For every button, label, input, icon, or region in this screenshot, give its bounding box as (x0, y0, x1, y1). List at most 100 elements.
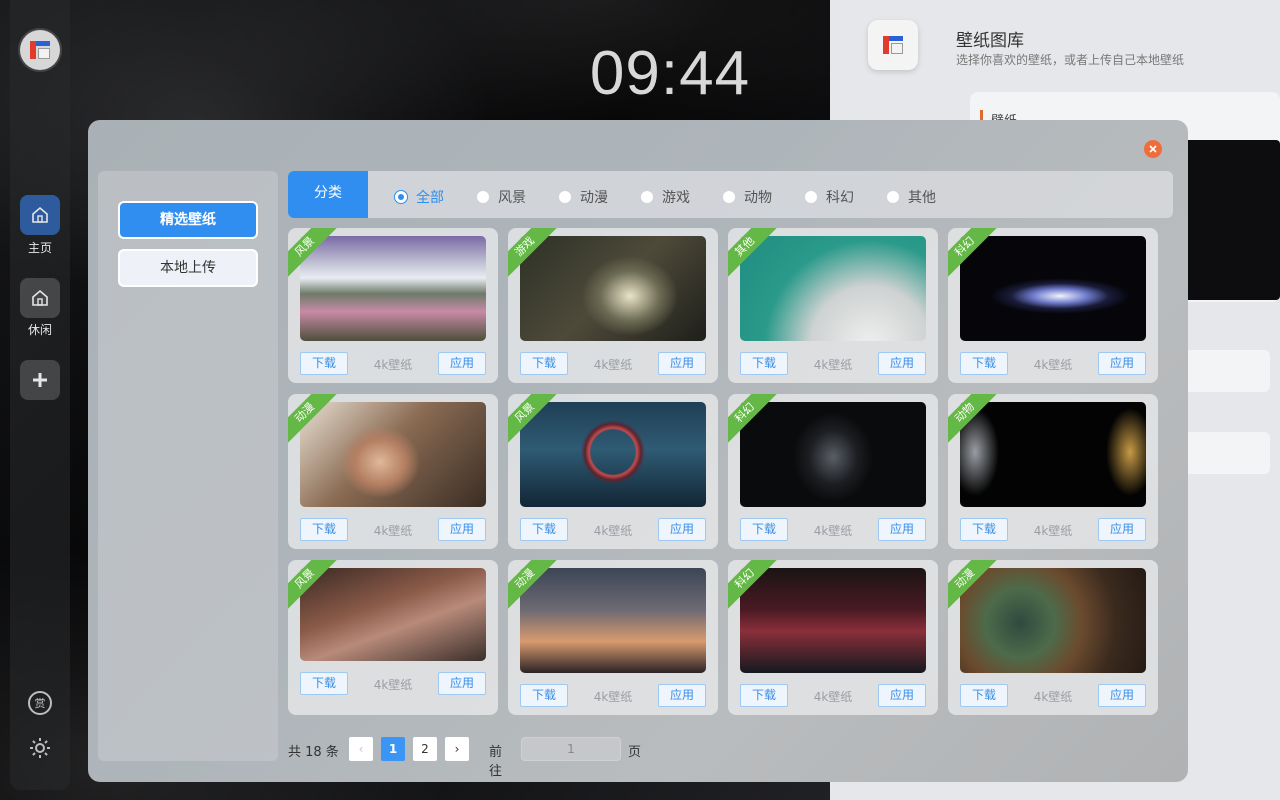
radio-icon (558, 190, 572, 204)
resolution-label: 4k壁纸 (373, 358, 413, 372)
apply-button[interactable]: 应用 (438, 352, 486, 375)
apply-button[interactable]: 应用 (1098, 518, 1146, 541)
download-button[interactable]: 下载 (960, 684, 1008, 707)
wallpaper-thumbnail[interactable] (300, 236, 486, 341)
wallpaper-thumbnail[interactable] (520, 402, 706, 507)
wallpaper-card: 科幻 下载 4k壁纸 应用 (728, 560, 938, 715)
pagination-total: 共 18 条 (288, 745, 339, 760)
apply-button[interactable]: 应用 (438, 672, 486, 695)
filter-option-label: 科幻 (826, 190, 854, 206)
filter-option-label: 动漫 (580, 190, 608, 206)
resolution-label: 4k壁纸 (593, 524, 633, 538)
filter-option-scenery[interactable]: 风景 (476, 187, 526, 207)
add-button[interactable] (20, 360, 60, 400)
resolution-label: 4k壁纸 (373, 524, 413, 538)
logo-icon (883, 36, 903, 54)
wallpaper-thumbnail[interactable] (740, 402, 926, 507)
home-label: 主页 (27, 241, 52, 255)
close-button[interactable] (1144, 140, 1162, 158)
download-button[interactable]: 下载 (520, 352, 568, 375)
apply-button[interactable]: 应用 (438, 518, 486, 541)
prev-page-button[interactable]: ‹ (349, 737, 373, 761)
desktop-clock: 09:44 (589, 39, 751, 108)
wallpaper-card: 风景 下载 4k壁纸 应用 (288, 228, 498, 383)
download-button[interactable]: 下载 (740, 518, 788, 541)
download-button[interactable]: 下载 (740, 352, 788, 375)
wallpaper-card: 其他 下载 4k壁纸 应用 (728, 228, 938, 383)
wallpaper-thumbnail[interactable] (960, 236, 1146, 341)
plus-icon (33, 373, 47, 387)
apply-button[interactable]: 应用 (658, 518, 706, 541)
wallpaper-card: 动漫 下载 4k壁纸 应用 (508, 560, 718, 715)
radio-icon (394, 190, 408, 204)
filter-option-all[interactable]: 全部 (394, 187, 444, 207)
featured-wallpapers-button[interactable]: 精选壁纸 (118, 201, 258, 239)
goto-unit: 页 (628, 745, 642, 760)
resolution-label: 4k壁纸 (813, 690, 853, 704)
radio-icon (640, 190, 654, 204)
app-icon (868, 20, 918, 70)
apply-button[interactable]: 应用 (658, 684, 706, 707)
logo-icon (30, 41, 50, 59)
home-button[interactable] (20, 195, 60, 235)
apply-button[interactable]: 应用 (658, 352, 706, 375)
radio-icon (804, 190, 818, 204)
apply-button[interactable]: 应用 (878, 518, 926, 541)
apply-button[interactable]: 应用 (878, 352, 926, 375)
filter-option-animal[interactable]: 动物 (722, 187, 772, 207)
download-button[interactable]: 下载 (960, 352, 1008, 375)
wallpaper-modal: 精选壁纸 本地上传 分类 全部 风景 动漫 游戏 动物 科幻 其他 风景 下载 … (88, 120, 1188, 782)
category-filter-bar: 分类 全部 风景 动漫 游戏 动物 科幻 其他 (288, 171, 1173, 218)
apply-button[interactable]: 应用 (1098, 684, 1146, 707)
goto-label: 前往 (489, 745, 503, 779)
filter-option-label: 其他 (908, 190, 936, 206)
apply-button[interactable]: 应用 (878, 684, 926, 707)
download-button[interactable]: 下载 (740, 684, 788, 707)
app-title: 壁纸图库 (956, 31, 1024, 51)
wallpaper-card: 动漫 下载 4k壁纸 应用 (288, 394, 498, 549)
filter-option-label: 风景 (498, 190, 526, 206)
filter-option-game[interactable]: 游戏 (640, 187, 690, 207)
radio-icon (476, 190, 490, 204)
filter-option-other[interactable]: 其他 (886, 187, 936, 207)
download-button[interactable]: 下载 (300, 352, 348, 375)
local-upload-button[interactable]: 本地上传 (118, 249, 258, 287)
leisure-button[interactable] (20, 278, 60, 318)
next-page-button[interactable]: › (445, 737, 469, 761)
wallpaper-thumbnail[interactable] (960, 568, 1146, 673)
wallpaper-thumbnail[interactable] (300, 402, 486, 507)
filter-option-scifi[interactable]: 科幻 (804, 187, 854, 207)
wallpaper-card: 风景 下载 4k壁纸 应用 (288, 560, 498, 715)
wallpaper-thumbnail[interactable] (520, 568, 706, 673)
wallpaper-card: 游戏 下载 4k壁纸 应用 (508, 228, 718, 383)
page-button-1[interactable]: 1 (381, 737, 405, 761)
filter-option-anime[interactable]: 动漫 (558, 187, 608, 207)
download-button[interactable]: 下载 (300, 518, 348, 541)
wallpaper-thumbnail[interactable] (520, 236, 706, 341)
page-button-2[interactable]: 2 (413, 737, 437, 761)
wallpaper-thumbnail[interactable] (740, 236, 926, 341)
wallpaper-thumbnail[interactable] (740, 568, 926, 673)
resolution-label: 4k壁纸 (1033, 358, 1073, 372)
radio-icon (722, 190, 736, 204)
apply-button[interactable]: 应用 (1098, 352, 1146, 375)
home-icon (32, 206, 48, 223)
download-button[interactable]: 下载 (520, 684, 568, 707)
settings-icon[interactable] (28, 736, 52, 760)
resolution-label: 4k壁纸 (1033, 690, 1073, 704)
app-subtitle: 选择你喜欢的壁纸，或者上传自己本地壁纸 (956, 53, 1185, 67)
download-button[interactable]: 下载 (960, 518, 1008, 541)
home-icon (32, 289, 48, 306)
reward-icon[interactable]: 赏 (28, 691, 52, 715)
wallpaper-card: 风景 下载 4k壁纸 应用 (508, 394, 718, 549)
resolution-label: 4k壁纸 (813, 358, 853, 372)
resolution-label: 4k壁纸 (373, 678, 413, 692)
download-button[interactable]: 下载 (520, 518, 568, 541)
resolution-label: 4k壁纸 (593, 358, 633, 372)
wallpaper-thumbnail[interactable] (300, 568, 486, 661)
wallpaper-thumbnail[interactable] (960, 402, 1146, 507)
goto-page-input[interactable]: 1 (521, 737, 621, 761)
resolution-label: 4k壁纸 (593, 690, 633, 704)
app-logo[interactable] (20, 30, 60, 70)
download-button[interactable]: 下载 (300, 672, 348, 695)
